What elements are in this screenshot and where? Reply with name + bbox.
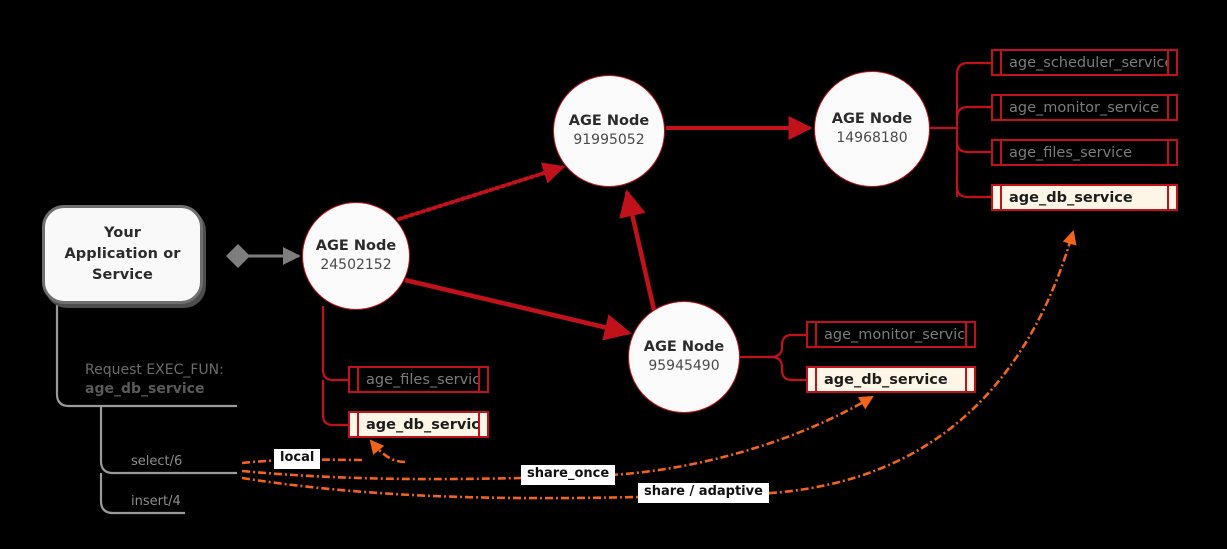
application-label-line1: Your — [103, 224, 141, 241]
age-node-95945490[interactable]: AGE Node 95945490 — [628, 301, 740, 413]
component-bar-right — [965, 323, 974, 346]
service-center-age-monitor-service[interactable]: age_monitor_service — [806, 321, 976, 348]
edge-label-share-adaptive: share / adaptive — [638, 483, 769, 503]
component-bar-left — [808, 368, 817, 391]
edge-local — [241, 439, 406, 465]
component-bar-left — [993, 186, 1002, 209]
service-center-age-db-service[interactable]: age_db_service — [806, 366, 976, 393]
component-bar-right — [1167, 96, 1176, 119]
edge-label-local: local — [274, 449, 321, 469]
application-box[interactable]: Your Application or Service — [42, 205, 203, 304]
component-bar-right — [1167, 186, 1176, 209]
component-bar-left — [350, 413, 359, 436]
branch-right-cluster — [929, 61, 991, 199]
age-node-91995052[interactable]: AGE Node 91995052 — [553, 75, 665, 187]
age-node-title: AGE Node — [831, 111, 913, 128]
service-left-age-files-service[interactable]: age_files_service — [348, 366, 489, 393]
application-label: Your Application or Service — [64, 223, 180, 286]
service-right-age-db-service[interactable]: age_db_service — [991, 184, 1178, 211]
component-bar-right — [965, 368, 974, 391]
component-bar-left — [993, 96, 1002, 119]
application-label-line3: Service — [92, 267, 153, 283]
component-bar-left — [993, 141, 1002, 164]
service-name: age_files_service — [366, 371, 478, 388]
age-node-title: AGE Node — [568, 113, 650, 130]
service-name: age_files_service — [1009, 144, 1133, 161]
component-bar-right — [1167, 51, 1176, 74]
edge-n24502152-to-n95945490 — [404, 277, 632, 341]
component-bar-left — [350, 368, 359, 391]
branch-left-cluster — [321, 306, 348, 427]
application-label-line2: Application or — [64, 245, 181, 262]
age-node-id: 95945490 — [648, 357, 720, 374]
edge-label-share-once: share_once — [521, 465, 616, 485]
age-node-id: 14968180 — [836, 129, 908, 146]
service-right-age-scheduler-service[interactable]: age_scheduler_service — [991, 49, 1178, 76]
request-target: age_db_service — [85, 380, 205, 397]
service-name: age_db_service — [824, 371, 948, 388]
service-right-age-files-service[interactable]: age_files_service — [991, 139, 1178, 166]
edge-n24502152-to-n91995052 — [397, 162, 566, 221]
age-node-id: 91995052 — [573, 131, 645, 148]
service-right-age-monitor-service[interactable]: age_monitor_service — [991, 94, 1178, 121]
edge-n95945490-to-n91995052 — [619, 189, 657, 311]
branch-center-cluster — [740, 333, 806, 382]
edge-request-tree — [55, 305, 237, 515]
component-bar-right — [1167, 141, 1176, 164]
service-name: age_monitor_service — [824, 326, 965, 343]
arity-label-select: select/6 — [131, 454, 183, 469]
age-node-id: 24502152 — [320, 256, 392, 273]
service-left-age-db-service[interactable]: age_db_service — [348, 411, 489, 438]
component-bar-left — [808, 323, 817, 346]
request-exec-fun-label: Request EXEC_FUN: age_db_service — [85, 361, 224, 399]
component-bar-right — [478, 413, 487, 436]
service-name: age_db_service — [1009, 189, 1133, 206]
request-prefix: Request EXEC_FUN: — [85, 362, 224, 378]
arity-label-insert: insert/4 — [131, 494, 181, 509]
service-name: age_db_service — [366, 416, 478, 433]
component-bar-right — [478, 368, 487, 391]
age-node-14968180[interactable]: AGE Node 14968180 — [814, 71, 930, 187]
component-bar-left — [993, 51, 1002, 74]
service-name: age_scheduler_service — [1009, 54, 1167, 71]
diagram-canvas: Your Application or Service AGE Node 245… — [0, 0, 1227, 549]
age-node-24502152[interactable]: AGE Node 24502152 — [302, 202, 410, 310]
service-name: age_monitor_service — [1009, 99, 1160, 116]
age-node-title: AGE Node — [643, 339, 725, 356]
age-node-title: AGE Node — [315, 238, 397, 255]
